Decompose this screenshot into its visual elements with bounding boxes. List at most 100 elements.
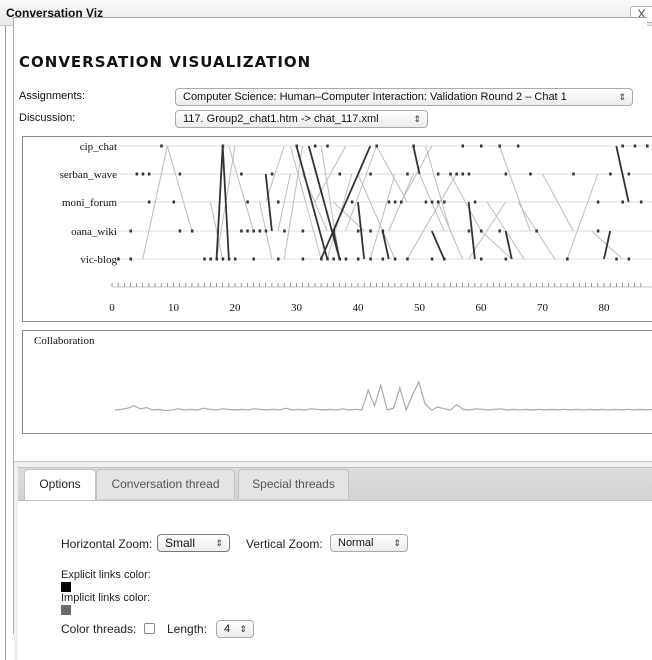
collaboration-chart-canvas: Collaboration [34, 335, 652, 412]
utterance-marker [393, 257, 397, 261]
participant-label: oana_wiki [71, 226, 117, 238]
utterance-marker [258, 229, 262, 233]
utterance-marker [461, 172, 465, 176]
axis-tick-label: 80 [599, 302, 611, 314]
assignments-select[interactable]: Computer Science: Human–Computer Interac… [175, 88, 633, 106]
utterance-marker [190, 229, 194, 233]
color-threads-checkbox[interactable] [144, 623, 155, 634]
discussion-select[interactable]: 117. Group2_chat1.htm -> chat_117.xml ⇕ [175, 110, 428, 128]
utterance-marker [566, 257, 569, 261]
utterance-marker [633, 144, 637, 148]
collaboration-label: Collaboration [34, 335, 95, 347]
explicit-link [332, 230, 341, 260]
implicit-links-color-swatch[interactable] [61, 605, 71, 615]
utterance-marker [338, 172, 342, 176]
discussion-label: Discussion: [19, 112, 76, 124]
utterance-marker [467, 229, 471, 233]
utterance-marker [369, 172, 372, 176]
utterance-marker [246, 229, 249, 233]
utterance-marker [215, 257, 219, 261]
discussion-value: 117. Group2_chat1.htm -> chat_117.xml [183, 113, 379, 125]
utterance-marker [443, 200, 446, 204]
utterance-marker [400, 200, 403, 204]
axis-tick-label: 20 [230, 302, 242, 314]
utterance-marker [498, 229, 501, 233]
implicit-links-label: Implicit links color: [61, 592, 151, 604]
assignments-label: Assignments: [19, 90, 86, 102]
utterance-marker [627, 172, 631, 176]
utterance-marker [277, 257, 280, 261]
utterance-marker [313, 144, 317, 148]
conversation-graph-canvas: cip_chat serban_wave moni_forum oana_wikivi… [60, 141, 652, 314]
utterance-marker [332, 229, 335, 233]
utterance-marker [535, 229, 538, 233]
utterance-marker [449, 172, 452, 176]
utterance-marker [320, 257, 323, 261]
conversation-graph[interactable]: cip_chat serban_wave moni_forum oana_wiki vi… [22, 136, 652, 322]
utterance-marker [209, 257, 212, 261]
length-label: Length: [167, 622, 208, 636]
utterance-marker [301, 257, 305, 261]
collaboration-series-line [114, 380, 652, 412]
utterance-marker [129, 229, 132, 233]
utterance-marker [480, 144, 483, 148]
horizontal-zoom-select[interactable]: Small ⇕ [157, 534, 230, 552]
utterance-marker [480, 229, 483, 233]
utterance-marker [621, 200, 624, 204]
utterance-marker [461, 144, 465, 148]
utterance-marker [639, 200, 643, 204]
utterance-marker [227, 257, 231, 261]
utterance-marker [430, 257, 434, 261]
implicit-link [228, 145, 254, 232]
utterance-marker [129, 257, 132, 261]
implicit-link [425, 145, 451, 232]
explicit-link [381, 230, 390, 260]
vertical-zoom-select[interactable]: Normal ⇕ [330, 534, 408, 552]
participant-label: serban_wave [60, 169, 118, 181]
utterance-marker [572, 172, 575, 176]
utterance-marker [369, 229, 372, 233]
utterance-marker [283, 229, 286, 233]
utterance-marker [529, 172, 532, 176]
vertical-zoom-value: Normal [338, 537, 374, 549]
utterance-marker [350, 200, 354, 204]
axis-tick-label: 60 [476, 302, 488, 314]
utterance-marker [221, 257, 225, 261]
horizontal-zoom-label: Horizontal Zoom: [61, 537, 153, 551]
utterance-marker [436, 172, 440, 176]
utterance-marker [234, 257, 237, 261]
utterance-marker [596, 229, 600, 233]
tab-conversation-thread[interactable]: Conversation thread [96, 469, 235, 499]
utterance-marker [357, 257, 360, 261]
utterance-marker [430, 200, 434, 204]
utterance-marker [178, 229, 182, 233]
tab-options[interactable]: Options [24, 469, 96, 501]
horizontal-zoom-value: Small [165, 536, 196, 550]
tab-special-threads[interactable]: Special threads [238, 469, 349, 499]
explicit-links-color-swatch[interactable] [61, 582, 71, 592]
utterance-marker [393, 200, 397, 204]
utterance-marker [609, 172, 612, 176]
utterance-marker [301, 229, 305, 233]
select-arrows-icon: ⇕ [393, 538, 401, 548]
collaboration-chart: Collaboration [22, 330, 652, 434]
select-arrows-icon: ⇕ [413, 114, 421, 124]
utterance-marker [135, 172, 139, 176]
axis-tick-label: 50 [414, 302, 426, 314]
vertical-zoom-label: Vertical Zoom: [246, 537, 323, 551]
utterance-marker [498, 144, 501, 148]
utterance-marker [277, 200, 280, 204]
page-title: CONVERSATION VISUALIZATION [19, 53, 312, 71]
utterance-marker [203, 257, 206, 261]
utterance-marker [516, 144, 520, 148]
utterance-marker [147, 172, 151, 176]
utterance-marker [467, 172, 471, 176]
utterance-marker [240, 229, 243, 233]
length-select[interactable]: 4 ⇕ [216, 620, 254, 638]
utterance-marker [443, 257, 446, 261]
explicit-link [430, 230, 445, 260]
participant-label: cip_chat [80, 141, 117, 153]
utterance-marker [375, 144, 378, 148]
select-arrows-icon: ⇕ [215, 538, 223, 548]
utterance-marker [504, 172, 508, 176]
